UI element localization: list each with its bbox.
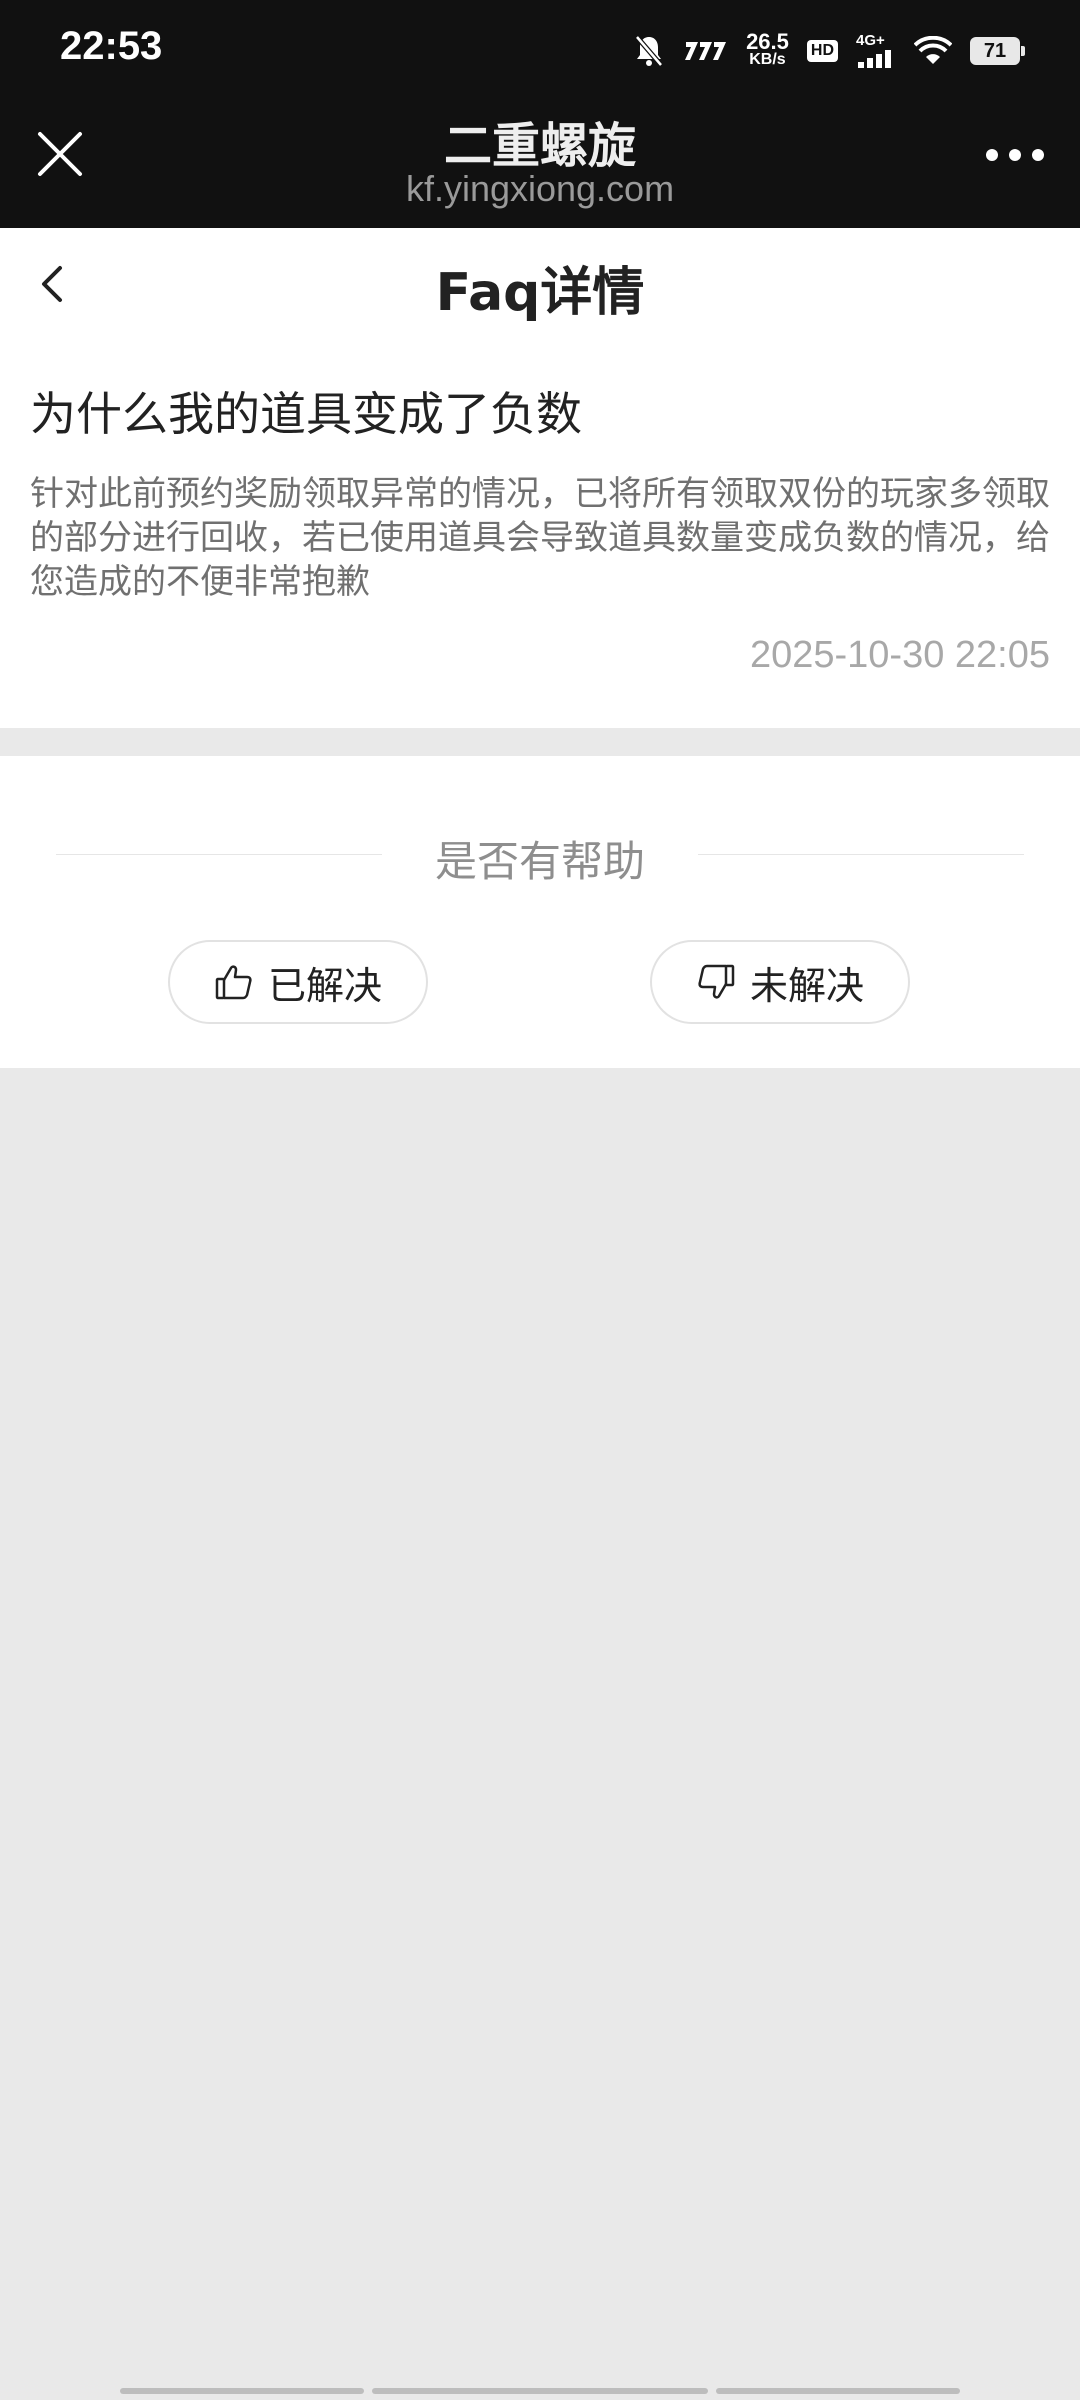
faq-question: 为什么我的道具变成了负数: [30, 387, 582, 441]
feedback-card: 是否有帮助 已解决 未解决: [0, 756, 1080, 1068]
gesture-bar-center[interactable]: [372, 2388, 708, 2394]
browser-url: kf.yingxiong.com: [405, 168, 675, 209]
feedback-title: 是否有帮助: [434, 837, 645, 886]
divider-right: [698, 854, 1024, 855]
faq-card: 为什么我的道具变成了负数 针对此前预约奖励领取异常的情况，已将所有领取双份的玩家…: [0, 348, 1080, 728]
thumbs-down-icon: [696, 962, 736, 1002]
status-icons: 26.5 KB/s HD 4G+ 71: [634, 26, 1025, 76]
wifi-icon: [914, 36, 952, 64]
more-button[interactable]: [980, 130, 1050, 180]
signal-icon: 4G+: [856, 32, 896, 68]
gesture-bar-left: [120, 2388, 364, 2394]
unresolved-label: 未解决: [749, 963, 864, 1008]
network-speed: 26.5 KB/s: [746, 29, 789, 69]
unresolved-button[interactable]: 未解决: [650, 940, 910, 1024]
signal-label: 4G+: [856, 32, 885, 49]
carrier-icon: [685, 42, 727, 60]
resolved-label: 已解决: [267, 963, 382, 1008]
page-title: Faq详情: [435, 263, 645, 323]
page-header: Faq详情: [0, 228, 1080, 348]
faq-answer: 针对此前预约奖励领取异常的情况，已将所有领取双份的玩家多领取的部分进行回收，若已…: [30, 474, 1050, 602]
hd-badge: HD: [806, 40, 838, 62]
battery-icon: 71: [970, 37, 1025, 65]
browser-bar: 二重螺旋 kf.yingxiong.com: [0, 100, 1080, 228]
more-icon: [986, 149, 1044, 161]
status-bar: 22:53 26.5 KB/s HD 4G+ 71: [0, 0, 1080, 100]
resolved-button[interactable]: 已解决: [168, 940, 428, 1024]
browser-title: 二重螺旋: [443, 118, 636, 174]
network-speed-value: 26.5: [746, 29, 789, 54]
gesture-bar-right: [716, 2388, 960, 2394]
mute-icon: [635, 35, 663, 67]
status-time: 22:53: [60, 24, 163, 68]
network-speed-unit: KB/s: [749, 51, 786, 68]
thumbs-up-icon: [214, 962, 254, 1002]
faq-date: 2025-10-30 22:05: [749, 634, 1050, 676]
